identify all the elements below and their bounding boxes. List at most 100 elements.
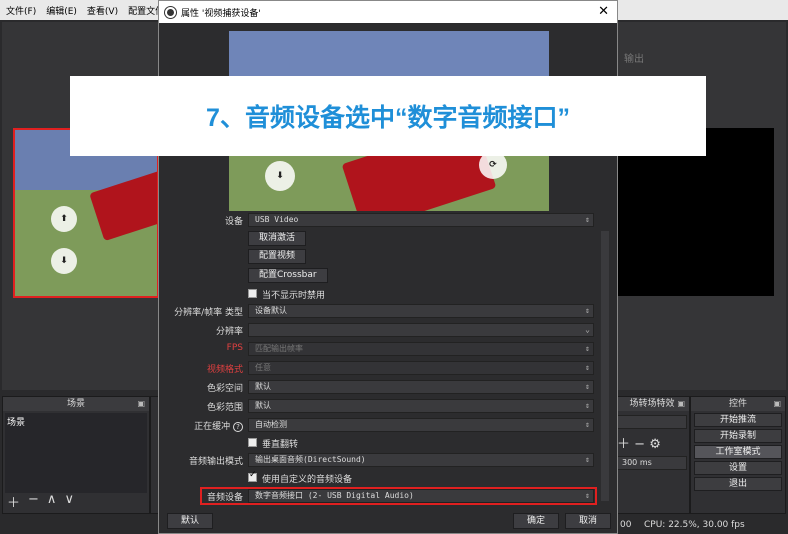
updown-icon: ⇕	[585, 401, 590, 410]
device-select[interactable]: USB Video ⇕	[248, 213, 594, 227]
fps-label: FPS	[226, 343, 243, 353]
deactivate-button[interactable]: 取消激活	[248, 231, 307, 246]
flip-vertical-row: 垂直翻转	[159, 436, 599, 451]
buffering-row: 正在缓冲 ? 自动检测 ⇕	[159, 418, 599, 433]
settings-button[interactable]: 设置	[694, 461, 782, 475]
scenes-dock-title: 场景 ▣	[3, 397, 149, 411]
flip-vertical-checkbox[interactable]	[248, 438, 257, 447]
scenes-dock: 场景 ▣ 场景 ＋ − ∧ ∨	[2, 396, 150, 514]
resolution-row: 分辨率 ⌄	[159, 323, 599, 338]
custom-audio-checkbox[interactable]	[248, 470, 257, 482]
tutorial-step-text: 7、音频设备选中“数字音频接口”	[206, 104, 570, 132]
preview-label: 输出	[624, 54, 644, 65]
start-recording-button[interactable]: 开始录制	[694, 429, 782, 443]
status-partial: 00	[620, 520, 632, 530]
res-type-label: 分辨率/帧率 类型	[174, 308, 243, 318]
updown-icon: ⇕	[585, 420, 590, 429]
defaults-button[interactable]: 默认	[167, 513, 213, 529]
game-up-arrow-icon: ⬆	[51, 206, 77, 232]
transitions-dock-title: 场转场特效 ▣	[615, 397, 689, 411]
custom-audio-row: 使用自定义的音频设备	[159, 470, 599, 486]
add-icon[interactable]: ＋	[7, 492, 20, 511]
controls-dock: 控件 ▣ 开始推流 开始录制 工作室模式 设置 退出	[690, 396, 786, 514]
game-down-arrow-icon: ⬇	[51, 248, 77, 274]
scene-tools: ＋ − ∧ ∨	[7, 492, 74, 511]
deactivate-row: 取消激活	[159, 231, 599, 246]
res-type-row: 分辨率/帧率 类型 设备默认 ⇕	[159, 304, 599, 319]
add-icon[interactable]: ＋	[617, 437, 630, 452]
hide-inactive-checkbox[interactable]	[248, 289, 257, 298]
buffering-select[interactable]: 自动检测 ⇕	[248, 418, 594, 432]
menu-file[interactable]: 文件(F)	[6, 4, 36, 17]
updown-icon: ⇕	[585, 455, 590, 464]
resolution-label: 分辨率	[215, 327, 243, 337]
video-format-select[interactable]: 任意 ⇕	[248, 361, 594, 375]
dock-float-icon[interactable]: ▣	[773, 397, 781, 411]
updown-icon: ⇕	[585, 306, 590, 315]
dialog-title: 属性 '视频捕获设备'	[181, 8, 261, 19]
buffering-label: 正在缓冲 ?	[194, 419, 243, 432]
menu-view[interactable]: 查看(V)	[87, 4, 118, 17]
transitions-dock: 场转场特效 ▣ ＋ − ⚙ 300 ms	[614, 396, 690, 514]
tutorial-banner: 7、音频设备选中“数字音频接口”	[70, 76, 706, 156]
help-icon[interactable]: ?	[233, 422, 243, 432]
transition-duration[interactable]: 300 ms	[617, 456, 687, 470]
fps-row: FPS 匹配输出帧率 ⇕	[159, 342, 599, 357]
exit-button[interactable]: 退出	[694, 477, 782, 491]
config-crossbar-button[interactable]: 配置Crossbar	[248, 268, 328, 283]
color-range-label: 色彩范围	[206, 403, 243, 413]
gear-icon[interactable]: ⚙	[649, 437, 661, 452]
video-format-label: 视频格式	[206, 365, 243, 375]
close-icon[interactable]: ✕	[598, 4, 609, 19]
flip-vertical-label: 垂直翻转	[262, 440, 299, 450]
remove-icon[interactable]: −	[28, 492, 39, 511]
config-video-row: 配置视频	[159, 249, 599, 264]
menu-edit[interactable]: 编辑(E)	[46, 4, 77, 17]
cpu-fps-status: CPU: 22.5%, 30.00 fps	[644, 520, 745, 530]
hide-inactive-row: 当不显示时禁用	[159, 287, 599, 302]
color-space-row: 色彩空间 默认 ⇕	[159, 380, 599, 395]
dialog-footer: 默认 确定 取消	[159, 511, 617, 533]
ok-button[interactable]: 确定	[513, 513, 559, 529]
dock-float-icon[interactable]: ▣	[137, 397, 145, 411]
cancel-button[interactable]: 取消	[565, 513, 611, 529]
updown-icon: ⇕	[585, 363, 590, 372]
device-row: 设备 USB Video ⇕	[159, 213, 599, 228]
dock-float-icon[interactable]: ▣	[677, 397, 685, 411]
studio-mode-button[interactable]: 工作室模式	[694, 445, 782, 459]
properties-scrollbar[interactable]	[601, 231, 609, 501]
remove-icon[interactable]: −	[634, 437, 645, 452]
move-down-icon[interactable]: ∨	[64, 492, 74, 511]
color-space-label: 色彩空间	[206, 384, 243, 394]
updown-icon: ⇕	[585, 382, 590, 391]
transition-tools: ＋ − ⚙	[617, 433, 687, 452]
resolution-select[interactable]: ⌄	[248, 323, 594, 337]
obs-logo-icon	[165, 6, 176, 18]
color-range-select[interactable]: 默认 ⇕	[248, 399, 594, 413]
config-video-button[interactable]: 配置视频	[248, 249, 307, 264]
transition-select[interactable]	[617, 415, 687, 429]
device-label: 设备	[224, 217, 243, 227]
controls-dock-title: 控件 ▣	[691, 397, 785, 411]
move-up-icon[interactable]: ∧	[47, 492, 57, 511]
scene-list: 场景	[5, 413, 147, 493]
dialog-titlebar: 属性 '视频捕获设备' ✕	[159, 1, 617, 23]
scene-item[interactable]: 场景	[7, 415, 145, 428]
custom-audio-label: 使用自定义的音频设备	[262, 475, 353, 485]
video-format-row: 视频格式 任意 ⇕	[159, 361, 599, 376]
res-type-select[interactable]: 设备默认 ⇕	[248, 304, 594, 318]
hide-inactive-label: 当不显示时禁用	[262, 291, 326, 301]
color-space-select[interactable]: 默认 ⇕	[248, 380, 594, 394]
game-down-arrow-icon: ⬇	[265, 161, 295, 191]
audio-output-select[interactable]: 输出桌面音频(DirectSound) ⇕	[248, 453, 594, 467]
audio-output-label: 音频输出模式	[188, 457, 243, 467]
start-streaming-button[interactable]: 开始推流	[694, 413, 782, 427]
chevron-down-icon: ⌄	[585, 325, 590, 334]
fps-select[interactable]: 匹配输出帧率 ⇕	[248, 342, 594, 356]
updown-icon: ⇕	[585, 215, 590, 224]
config-crossbar-row: 配置Crossbar	[159, 268, 599, 283]
audio-device-highlight	[200, 487, 597, 505]
updown-icon: ⇕	[585, 344, 590, 353]
audio-output-row: 音频输出模式 输出桌面音频(DirectSound) ⇕	[159, 453, 599, 468]
color-range-row: 色彩范围 默认 ⇕	[159, 399, 599, 414]
